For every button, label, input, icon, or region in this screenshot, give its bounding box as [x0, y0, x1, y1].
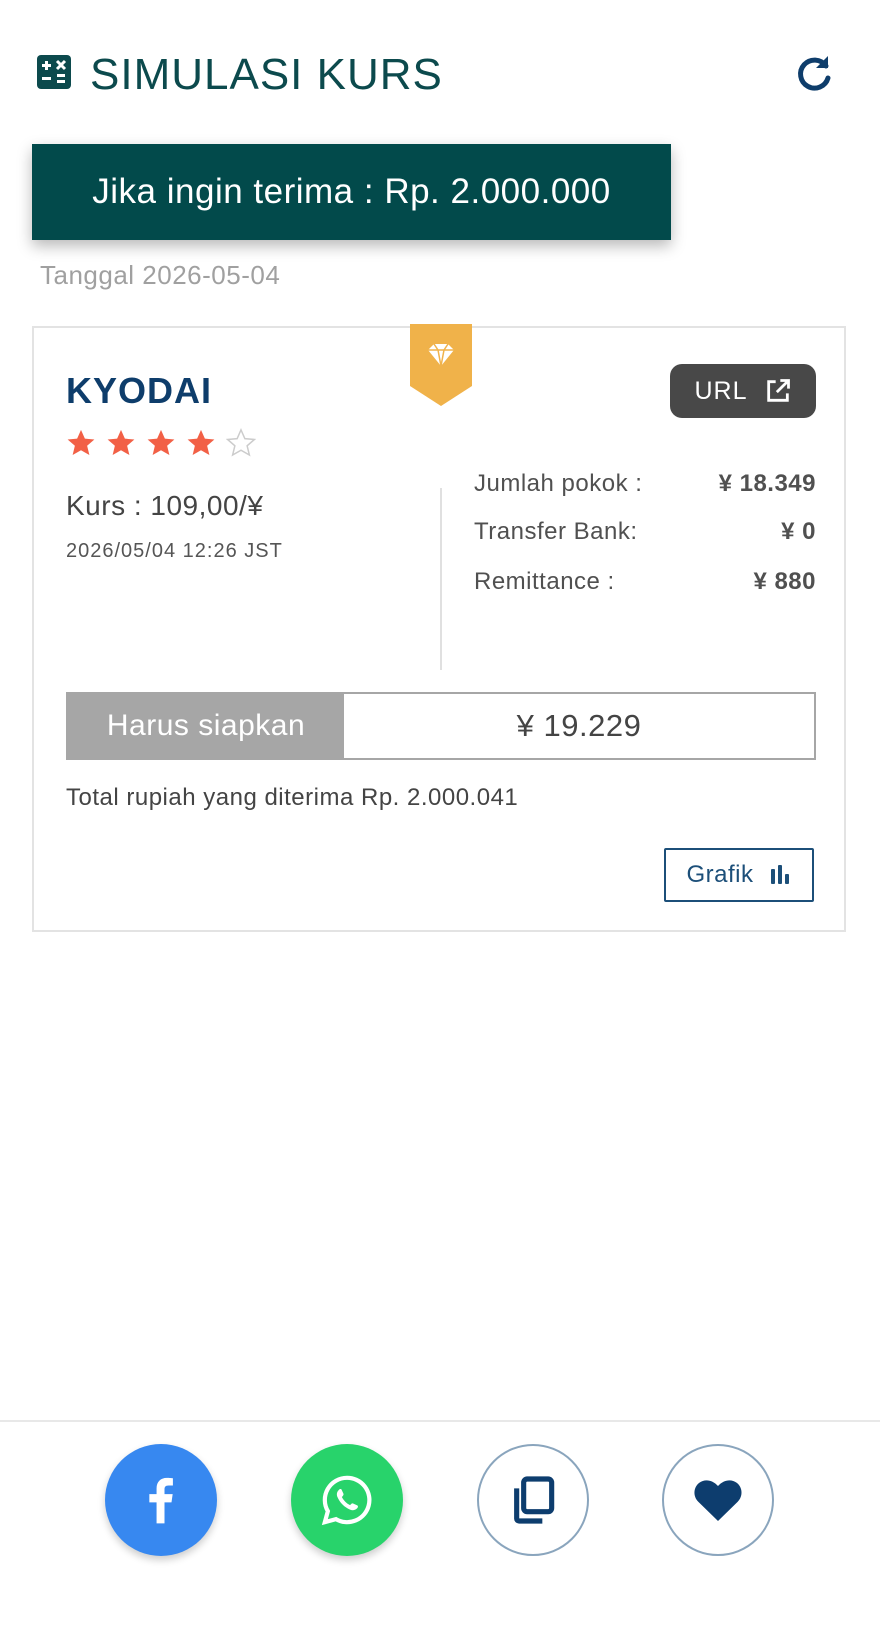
divider — [440, 488, 442, 670]
rating-stars — [66, 428, 256, 458]
external-link-icon — [766, 379, 790, 402]
grafik-button-label: Grafik — [686, 861, 754, 888]
app-header: SIMULASI KURS — [36, 46, 836, 102]
share-bar — [0, 1420, 880, 1580]
grafik-button[interactable]: Grafik — [664, 848, 814, 902]
date-label: Tanggal 2026-05-04 — [40, 260, 281, 290]
total-received: Total rupiah yang diterima Rp. 2.000.041 — [66, 784, 519, 811]
provider-card: KYODAI URL Kurs : 109,00/¥ 2026/05/04 12… — [32, 324, 846, 932]
facebook-share-button[interactable] — [105, 1444, 217, 1556]
rate-timestamp: 2026/05/04 12:26 JST — [66, 540, 283, 562]
prepare-amount-box: Harus siapkan ¥ 19.229 — [66, 692, 816, 760]
whatsapp-icon — [321, 1475, 372, 1526]
page-title: SIMULASI KURS — [90, 50, 443, 99]
fee-value: ¥ 18.349 — [718, 470, 816, 497]
fee-label: Transfer Bank: — [474, 518, 638, 545]
facebook-icon — [149, 1477, 173, 1524]
copy-button[interactable] — [477, 1444, 589, 1556]
diamond-badge-icon — [410, 324, 472, 406]
favorite-button[interactable] — [662, 1444, 774, 1556]
fee-row-remittance: Remittance : ¥ 880 — [474, 568, 816, 596]
bar-chart-icon — [770, 865, 789, 884]
calculator-icon — [37, 55, 71, 89]
heart-icon — [694, 1480, 742, 1521]
fee-value: ¥ 0 — [781, 518, 816, 545]
url-button-label: URL — [694, 376, 748, 405]
whatsapp-share-button[interactable] — [291, 1444, 403, 1556]
star-filled-icon — [187, 429, 215, 455]
fee-value: ¥ 880 — [753, 568, 816, 595]
prepare-value: ¥ 19.229 — [516, 708, 642, 743]
fee-row-bank-transfer: Transfer Bank: ¥ 0 — [474, 518, 816, 546]
fee-label: Jumlah pokok : — [474, 470, 643, 497]
fee-label: Remittance : — [474, 568, 615, 595]
star-empty-icon — [226, 428, 256, 457]
star-filled-icon — [67, 429, 95, 455]
star-filled-icon — [147, 429, 175, 455]
bank-name: KYODAI — [66, 370, 213, 411]
exchange-rate: Kurs : 109,00/¥ — [66, 490, 264, 521]
target-amount-banner: Jika ingin terima : Rp. 2.000.000 — [32, 144, 671, 240]
prepare-label: Harus siapkan — [68, 694, 344, 758]
url-button[interactable]: URL — [670, 364, 816, 418]
copy-icon — [514, 1476, 555, 1524]
star-filled-icon — [107, 429, 135, 455]
refresh-icon[interactable] — [792, 52, 836, 96]
fee-row-principal: Jumlah pokok : ¥ 18.349 — [474, 470, 816, 498]
